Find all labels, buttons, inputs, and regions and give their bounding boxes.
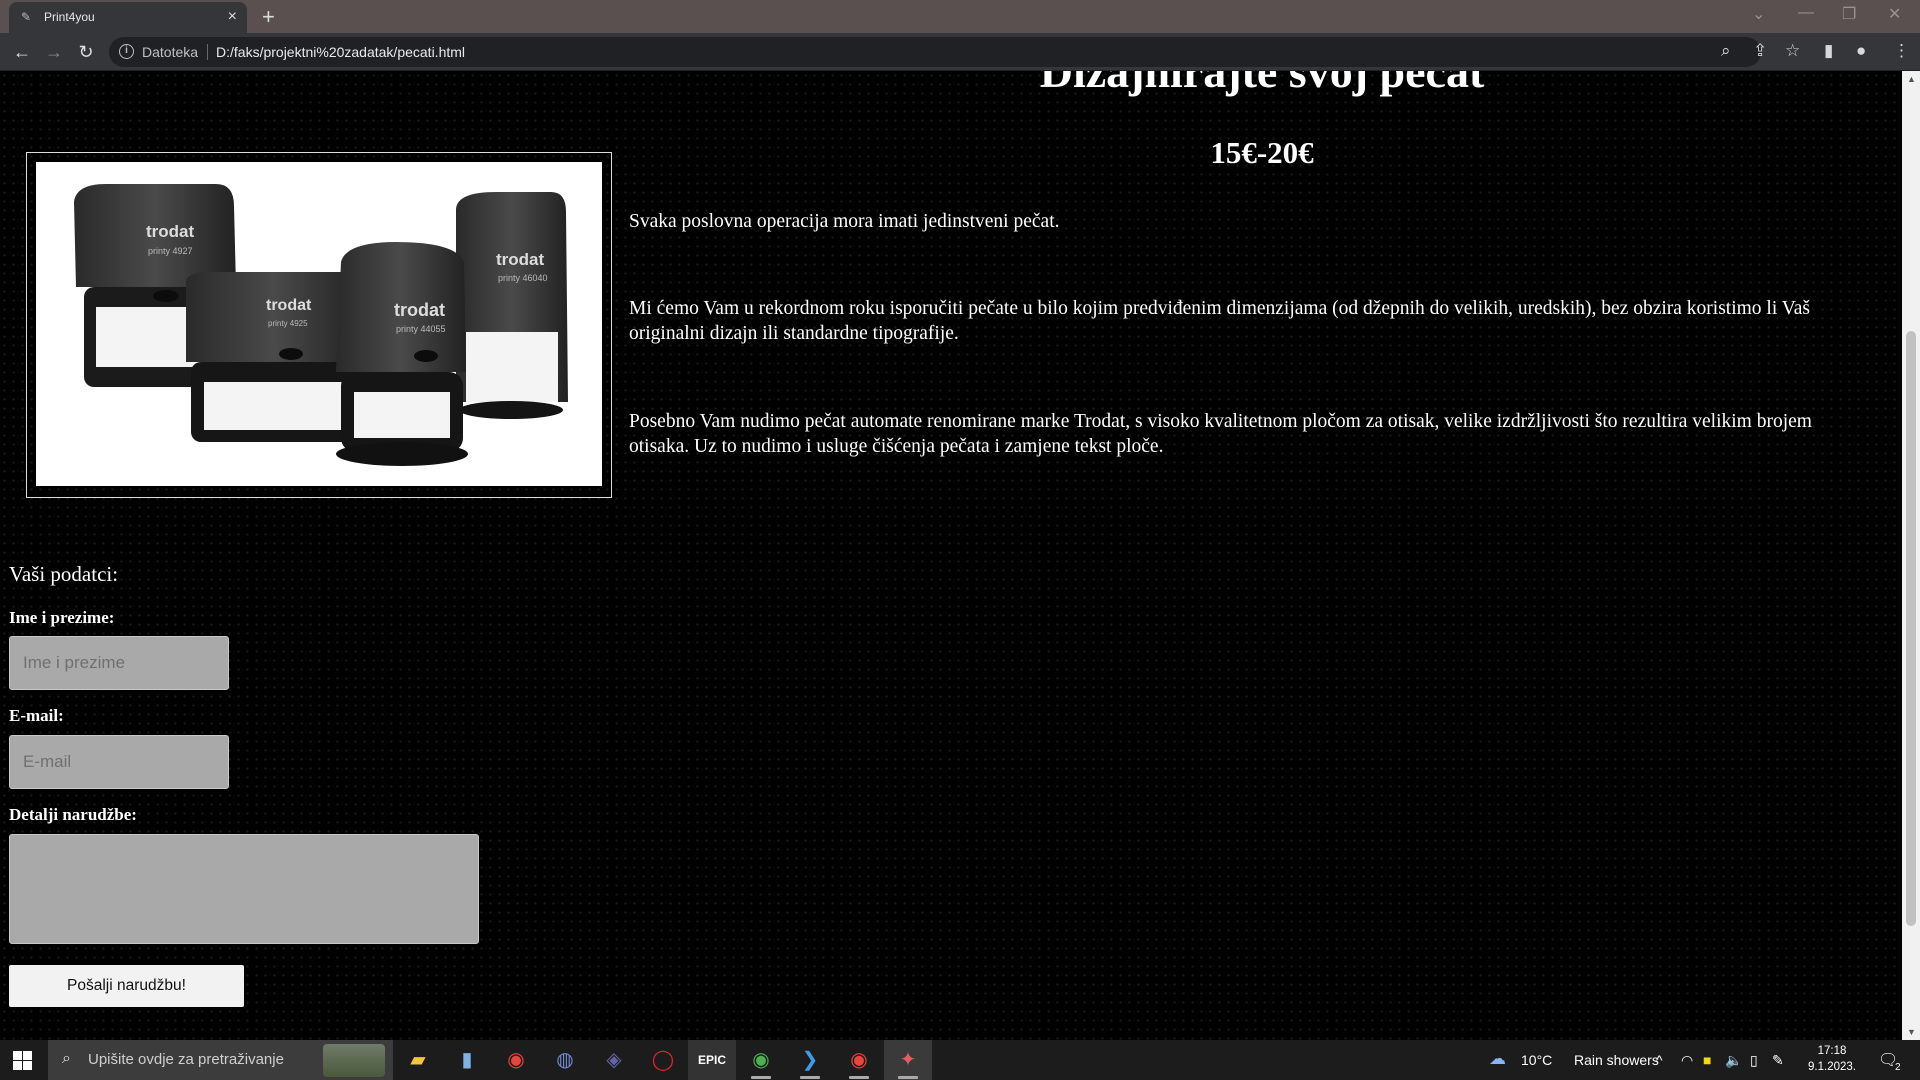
taskbar-clock[interactable]: 17:18 9.1.2023. bbox=[1802, 1043, 1862, 1075]
file-app-icon[interactable]: ▮ bbox=[443, 1040, 491, 1080]
page-favicon-icon: ✎ bbox=[21, 10, 32, 24]
search-placeholder: Upišite ovdje za pretraživanje bbox=[88, 1051, 284, 1068]
model-label: printy 46040 bbox=[498, 273, 548, 283]
info-icon[interactable]: i bbox=[119, 44, 134, 59]
side-panel-icon[interactable]: ▮ bbox=[1824, 41, 1833, 61]
order-form-title: Vaši podatci: bbox=[9, 562, 119, 586]
name-input[interactable] bbox=[9, 636, 229, 690]
order-details-label: Detalji narudžbe: bbox=[9, 805, 137, 824]
search-icon: ⌕ bbox=[62, 1050, 71, 1067]
close-window-icon[interactable]: ✕ bbox=[1888, 4, 1901, 24]
teams-icon[interactable]: ◈ bbox=[590, 1040, 638, 1080]
search-highlight-image bbox=[323, 1044, 385, 1077]
windows-start-icon[interactable] bbox=[13, 1051, 32, 1070]
restore-icon[interactable]: ❐ bbox=[1842, 4, 1856, 24]
app-icon[interactable]: ✦ bbox=[884, 1040, 932, 1080]
browser-tab[interactable]: ✎ Print4you × bbox=[9, 2, 247, 33]
description-paragraph-1: Svaka poslovna operacija mora imati jedi… bbox=[629, 211, 1060, 232]
model-label: printy 44055 bbox=[396, 324, 446, 334]
scrollbar-thumb[interactable] bbox=[1906, 331, 1916, 926]
weather-temp[interactable]: 10°C bbox=[1521, 1052, 1552, 1068]
discord-icon[interactable]: ◍ bbox=[541, 1040, 589, 1080]
tray-chevron-icon[interactable]: ^ bbox=[1656, 1052, 1663, 1068]
forward-arrow-icon[interactable]: → bbox=[42, 40, 66, 64]
order-details-textarea[interactable] bbox=[9, 834, 479, 944]
stamp-printy-44055: trodat printy 44055 bbox=[336, 242, 468, 466]
brand-label: trodat bbox=[146, 222, 195, 241]
vscode-icon[interactable]: ❯ bbox=[786, 1040, 834, 1080]
brand-label: trodat bbox=[266, 297, 312, 314]
menu-kebab-icon[interactable]: ⋮ bbox=[1893, 41, 1910, 61]
brand-label: trodat bbox=[394, 300, 445, 320]
tray-app-icon[interactable]: ■ bbox=[1703, 1052, 1711, 1068]
bookmark-star-icon[interactable]: ☆ bbox=[1785, 41, 1800, 61]
zoom-icon[interactable]: ⌕ bbox=[1721, 41, 1731, 61]
browser-toolbar: ← → ↻ i Datoteka D:/faks/projektni%20zad… bbox=[0, 33, 1920, 71]
browser-titlebar: ✎ Print4you × + ⌄ — ❐ ✕ bbox=[0, 0, 1920, 33]
windows-taskbar: ⌕ Upišite ovdje za pretraživanje ▰ ▮ ◉ ◍… bbox=[0, 1040, 1920, 1080]
description-paragraph-2: Mi ćemo Vam u rekordnom roku isporučiti … bbox=[629, 298, 1810, 344]
stamp-printy-46040: trodat printy 46040 bbox=[456, 192, 568, 419]
profile-icon[interactable]: ● bbox=[1856, 41, 1866, 61]
close-tab-icon[interactable]: × bbox=[228, 8, 237, 26]
scheme-label: Datoteka bbox=[142, 44, 199, 60]
price-range: 15€-20€ bbox=[1210, 135, 1314, 170]
pen-icon[interactable]: ✎ bbox=[1772, 1052, 1784, 1069]
tab-title: Print4you bbox=[44, 10, 95, 24]
new-tab-icon[interactable]: + bbox=[262, 4, 275, 30]
scroll-up-icon[interactable]: ▲ bbox=[1907, 74, 1916, 84]
model-label: printy 4925 bbox=[268, 319, 308, 328]
clock-date: 9.1.2023. bbox=[1808, 1061, 1856, 1073]
battery-icon[interactable]: ▯ bbox=[1750, 1052, 1758, 1069]
taskbar-search-box[interactable]: ⌕ Upišite ovdje za pretraživanje bbox=[48, 1040, 393, 1080]
stamp-printy-4925: trodat printy 4925 bbox=[186, 272, 362, 442]
minimize-icon[interactable]: — bbox=[1798, 4, 1814, 22]
product-image-frame: trodat printy 4927 trodat printy 46040 t… bbox=[26, 152, 612, 498]
page-heading: Dizajnirajte svoj pečat bbox=[1039, 71, 1485, 97]
email-label: E-mail: bbox=[9, 706, 64, 725]
epic-games-icon[interactable]: EPIC bbox=[688, 1040, 736, 1080]
model-label: printy 4927 bbox=[148, 246, 193, 256]
page-scrollbar[interactable]: ▲ ▼ bbox=[1902, 71, 1920, 1040]
url-text[interactable]: D:/faks/projektni%20zadatak/pecati.html bbox=[216, 44, 465, 60]
email-input[interactable] bbox=[9, 735, 229, 789]
tab-search-icon[interactable]: ⌄ bbox=[1752, 4, 1765, 24]
address-bar[interactable]: i Datoteka D:/faks/projektni%20zadatak/p… bbox=[109, 37, 1761, 67]
description-paragraph-3: Posebno Vam nudimo pečat automate renomi… bbox=[629, 411, 1812, 457]
weather-text[interactable]: Rain showers bbox=[1574, 1052, 1659, 1068]
chrome-alt-icon[interactable]: ◉ bbox=[835, 1040, 883, 1080]
share-icon[interactable]: ⇪ bbox=[1753, 41, 1767, 61]
reload-icon[interactable]: ↻ bbox=[74, 40, 98, 64]
network-icon[interactable]: ◠ bbox=[1681, 1052, 1693, 1069]
back-arrow-icon[interactable]: ← bbox=[10, 40, 34, 64]
name-label: Ime i prezime: bbox=[9, 608, 115, 627]
notification-count: 2 bbox=[1895, 1062, 1901, 1073]
scroll-down-icon[interactable]: ▼ bbox=[1907, 1027, 1916, 1037]
omnibox-divider bbox=[207, 44, 208, 60]
volume-icon[interactable]: 🔈 bbox=[1725, 1052, 1742, 1069]
submit-order-button[interactable]: Pošalji narudžbu! bbox=[9, 965, 244, 1007]
page-content: Dizajnirajte svoj pečat 15€-20€ trodat p… bbox=[0, 71, 1902, 1040]
clock-time: 17:18 bbox=[1817, 1045, 1847, 1057]
chrome-icon[interactable]: ◉ bbox=[492, 1040, 540, 1080]
brand-label: trodat bbox=[496, 250, 545, 269]
file-explorer-icon[interactable]: ▰ bbox=[394, 1040, 442, 1080]
opera-icon[interactable]: ◯ bbox=[639, 1040, 687, 1080]
chrome-profile-icon[interactable]: ◉ bbox=[737, 1040, 785, 1080]
stamps-product-image: trodat printy 4927 trodat printy 46040 t… bbox=[36, 162, 602, 486]
weather-icon[interactable]: ☁ bbox=[1489, 1049, 1506, 1069]
